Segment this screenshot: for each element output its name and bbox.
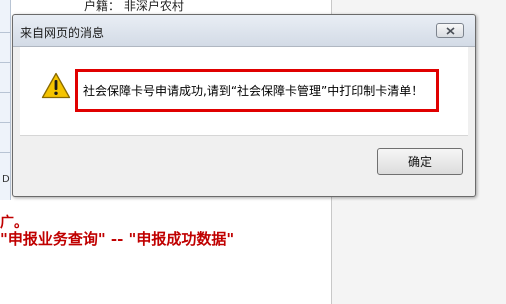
notice-text-line2: "申报业务查询" -- "申报成功数据" <box>0 230 235 248</box>
dialog-title: 来自网页的消息 <box>20 26 105 40</box>
ok-button[interactable]: 确定 <box>377 148 463 175</box>
background-row-divider <box>0 122 10 123</box>
footer-divider <box>20 135 468 136</box>
message-highlight-box: 社会保障卡号申请成功,请到“社会保障卡管理”中打印制卡清单！ <box>75 69 439 112</box>
clipped-field-text: D <box>2 174 10 185</box>
household-registration-text: 户籍： 非深户农村 <box>84 0 184 13</box>
dialog-content: 社会保障卡号申请成功,请到“社会保障卡管理”中打印制卡清单！ <box>20 47 468 135</box>
dialog-titlebar[interactable]: 来自网页的消息 <box>13 15 475 47</box>
background-form-strip <box>0 0 11 200</box>
background-row-divider <box>0 32 10 33</box>
background-row-divider <box>0 92 10 93</box>
close-x-icon <box>446 27 455 35</box>
background-row-divider <box>0 152 10 153</box>
dialog-message: 社会保障卡号申请成功,请到“社会保障卡管理”中打印制卡清单！ <box>83 84 424 98</box>
close-button[interactable] <box>436 23 464 38</box>
background-row-divider <box>0 62 10 63</box>
alert-dialog: 来自网页的消息 社会保障卡号申请成功,请到“社会保障卡管理”中打印制卡清单！ 确… <box>12 14 476 197</box>
warning-triangle-icon <box>41 72 71 99</box>
